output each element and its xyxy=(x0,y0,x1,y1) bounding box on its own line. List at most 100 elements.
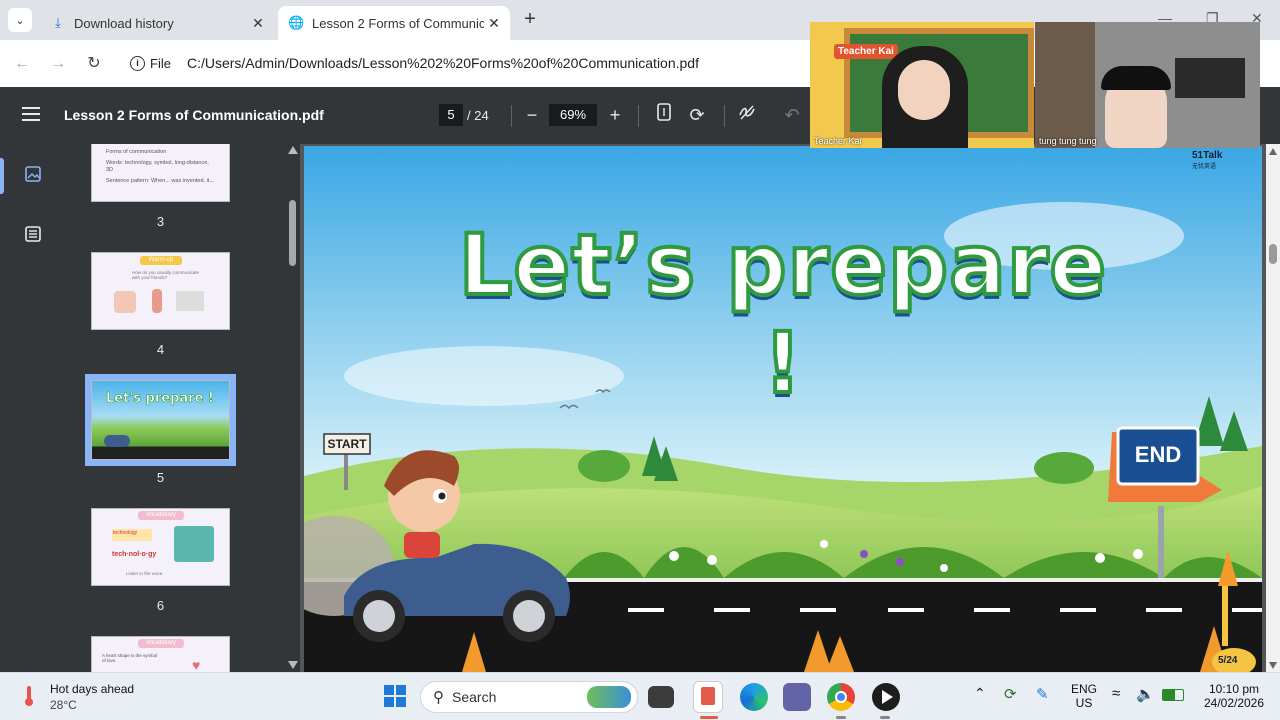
tab-lesson-pdf[interactable]: 🌐 Lesson 2 Forms of Communicat ✕ xyxy=(278,6,510,40)
sidebar-rail xyxy=(0,144,68,672)
scroll-down-icon[interactable] xyxy=(1269,662,1277,669)
annotate-button[interactable] xyxy=(734,102,760,128)
close-icon[interactable]: ✕ xyxy=(248,15,268,32)
document-title: Lesson 2 Forms of Communication.pdf xyxy=(64,107,324,123)
back-button[interactable]: ← xyxy=(10,52,34,76)
weather-title[interactable]: Hot days ahead xyxy=(50,682,134,696)
brand-name: 51Talk xyxy=(1192,150,1223,161)
fit-page-icon xyxy=(657,103,671,121)
end-sign: END xyxy=(1134,442,1182,467)
outline-icon xyxy=(25,226,41,242)
thumbnail-page-5[interactable]: Let's prepare ! xyxy=(85,374,236,466)
tab-search-button[interactable]: ⌄ xyxy=(8,8,32,32)
rotate-button[interactable]: ⟳ xyxy=(684,102,710,128)
search-highlight-image xyxy=(587,686,631,708)
info-icon: i xyxy=(130,55,145,71)
participant-name: Teacher Kai xyxy=(814,136,862,146)
thumb-number: 4 xyxy=(156,342,165,357)
slide-title: Let’s prepare ! xyxy=(457,214,1109,414)
thumbnail-page-4[interactable]: Warm-up How do you usually communicate w… xyxy=(91,252,230,330)
pdf-viewer[interactable]: Let’s prepare ! START END 51Talk 无忧英语 5/… xyxy=(300,144,1266,672)
teams-icon[interactable] xyxy=(783,683,811,711)
chevron-up-icon[interactable]: ⌃ xyxy=(974,685,986,702)
tab-label: Download history xyxy=(74,15,174,31)
task-view-icon[interactable] xyxy=(648,686,674,708)
outline-view-button[interactable] xyxy=(24,225,44,245)
thumb-line: A heart shape is the symbol of love. xyxy=(102,653,158,663)
scroll-up-icon[interactable] xyxy=(1269,148,1277,155)
thermometer-icon[interactable] xyxy=(22,685,36,707)
tab-download-history[interactable]: ⤓ Download history ✕ xyxy=(40,6,274,40)
weather-temp[interactable]: 28°C xyxy=(50,698,77,712)
divider xyxy=(638,105,639,127)
thumb-header: Vocabulary xyxy=(138,511,184,520)
taskbar-search[interactable]: ⚲ Search xyxy=(420,681,638,713)
tab-label: Lesson 2 Forms of Communicat xyxy=(312,15,484,31)
thumb-illustration xyxy=(152,289,162,313)
taskbar: Hot days ahead 28°C ⚲ Search ⌃ ⟳ ✎ ENG U… xyxy=(0,672,1280,720)
scroll-down-icon[interactable] xyxy=(288,661,298,669)
thumb-number: 5 xyxy=(156,470,165,485)
viewer-scrollbar[interactable] xyxy=(1266,144,1280,672)
thumbnail-page-6[interactable]: Vocabulary technology tech·nol·o·gy List… xyxy=(91,508,230,586)
fit-page-button[interactable] xyxy=(651,102,677,128)
menu-icon[interactable] xyxy=(22,107,40,125)
zoom-input[interactable]: 69% xyxy=(549,104,597,126)
pen-tablet-icon[interactable]: ✎ xyxy=(1036,685,1049,703)
teacher-video: Teacher Kai Teacher Kai xyxy=(810,22,1034,148)
thumb-illustration xyxy=(176,291,204,311)
globe-icon: 🌐 xyxy=(288,15,305,30)
zoom-out-button[interactable]: − xyxy=(519,102,545,128)
thumbnail-scroll-thumb[interactable] xyxy=(289,200,296,266)
close-icon[interactable]: ✕ xyxy=(484,15,504,32)
viewer-scroll-thumb[interactable] xyxy=(1269,244,1277,264)
language-indicator[interactable]: ENG US xyxy=(1068,682,1100,710)
sync-icon[interactable]: ⟳ xyxy=(1004,685,1017,703)
thumbnail-page-7[interactable]: Vocabulary A heart shape is the symbol o… xyxy=(91,636,230,672)
thumb-line: How do you usually communicate with your… xyxy=(132,270,200,280)
volume-icon[interactable]: 🔈 xyxy=(1136,685,1155,703)
thumb-line: Words: technology, symbol, long-distance… xyxy=(106,160,209,173)
media-player-icon[interactable] xyxy=(872,683,900,711)
draw-icon xyxy=(739,105,755,120)
windows-icon xyxy=(384,685,406,707)
page-total: / 24 xyxy=(467,108,489,123)
thumb-header: Let's prepare ! xyxy=(106,391,214,407)
wifi-icon[interactable]: ≈ xyxy=(1112,685,1120,702)
thumb-line: Forms of communication xyxy=(106,149,167,155)
address-bar[interactable]: i File C:/Users/Admin/Downloads/Lesson%2… xyxy=(120,46,820,80)
clock[interactable]: 10:10 pm 24/02/2026 xyxy=(1196,682,1272,710)
heart-icon: ♥ xyxy=(192,657,201,672)
background-shelf xyxy=(1035,22,1095,148)
thumb-number: 6 xyxy=(156,598,165,613)
start-button[interactable] xyxy=(384,685,406,707)
zoom-in-button[interactable]: + xyxy=(602,102,628,128)
new-tab-button[interactable]: + xyxy=(518,8,542,32)
thumb-line: tech·nol·o·gy xyxy=(112,551,157,558)
thumbnail-page-3[interactable]: Forms of communication Words: technology… xyxy=(91,144,230,202)
edge-icon[interactable] xyxy=(740,683,768,711)
page-badge: 5/24 xyxy=(1218,655,1238,666)
reload-button[interactable]: ↻ xyxy=(82,52,106,76)
battery-icon[interactable] xyxy=(1162,689,1184,701)
active-app-indicator xyxy=(700,716,718,719)
thumbnails-view-button[interactable] xyxy=(24,165,44,185)
search-label: Search xyxy=(452,689,497,705)
clock-time: 10:10 pm xyxy=(1208,682,1260,696)
site-info-chip[interactable]: i File xyxy=(120,49,181,77)
chrome-icon[interactable] xyxy=(827,683,855,711)
brand-sub: 无忧英语 xyxy=(1192,164,1217,170)
file-icon[interactable] xyxy=(693,681,723,713)
undo-button[interactable]: ↶ xyxy=(779,102,805,128)
thumb-number: 3 xyxy=(156,214,165,229)
url-text: C:/Users/Admin/Downloads/Lesson%202%20Fo… xyxy=(186,55,699,71)
brand-logo: 51Talk 无忧英语 xyxy=(1192,150,1222,170)
slide-page-5: Let’s prepare ! START END 51Talk 无忧英语 5/… xyxy=(304,146,1262,672)
thumb-header: Vocabulary xyxy=(138,639,184,648)
page-number-input[interactable]: 5 xyxy=(439,104,463,126)
background-tv xyxy=(1175,58,1245,98)
start-sign: START xyxy=(327,437,367,451)
forward-button[interactable]: → xyxy=(46,52,70,76)
scroll-up-icon[interactable] xyxy=(288,146,298,154)
thumb-car xyxy=(104,435,130,447)
